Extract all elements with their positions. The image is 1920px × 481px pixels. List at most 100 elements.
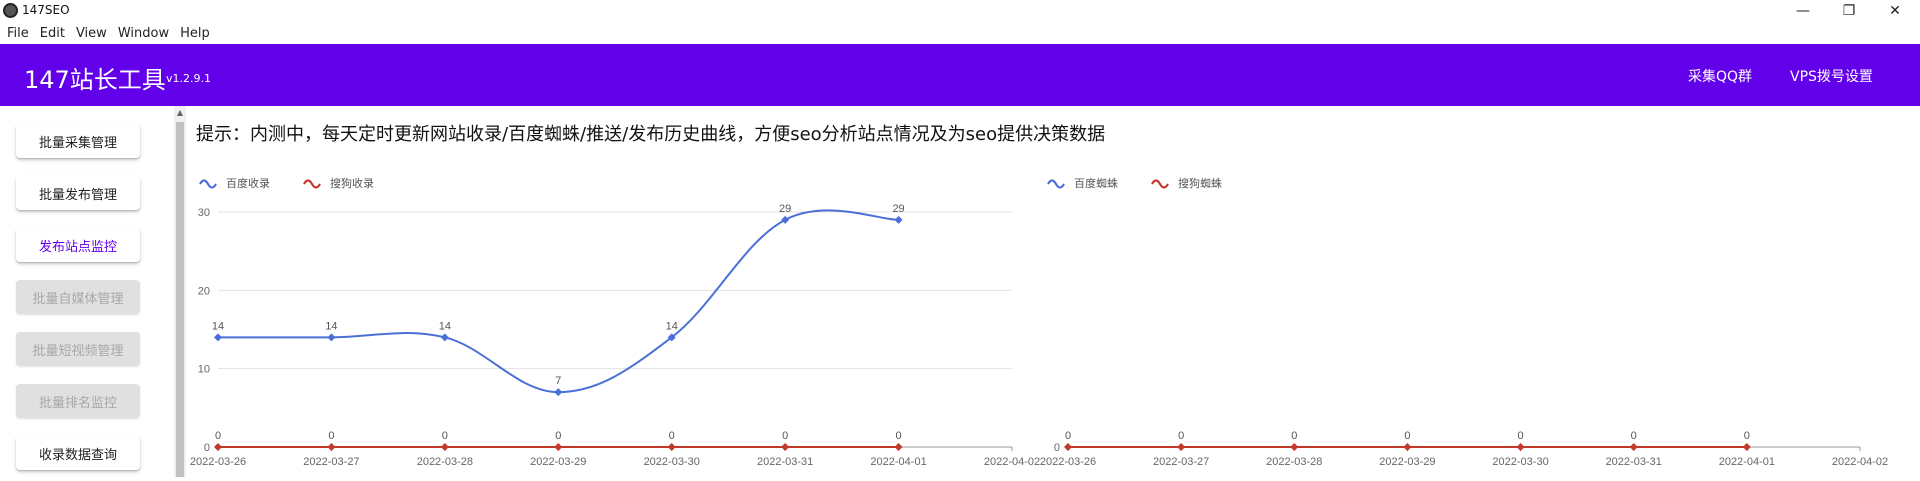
data-point-0-0-2 [440, 333, 449, 342]
data-label-0-0-5: 29 [779, 203, 791, 215]
x-tick-label-0-2: 2022-03-28 [417, 456, 473, 468]
data-point-1-1-2 [1290, 443, 1299, 451]
sidebar-batch-publish-button[interactable]: 批量发布管理 [16, 176, 140, 210]
data-point-1-1-4 [1516, 443, 1525, 451]
sidebar-rank-monitor-button: 批量排名监控 [16, 384, 140, 418]
data-point-1-1-1 [1177, 443, 1186, 451]
data-label-0-0-3: 7 [555, 375, 561, 387]
data-point-1-1-0 [1064, 443, 1072, 451]
y-tick-label-0-1: 10 [198, 364, 210, 376]
x-tick-label-1-6: 2022-04-01 [1719, 456, 1775, 468]
data-label-0-1-0: 0 [215, 430, 221, 442]
version-label: v1.2.9.1 [166, 72, 211, 85]
app-header: 147站长工具 v1.2.9.1 采集QQ群 VPS拨号设置 [0, 44, 1920, 106]
data-label-0-1-4: 0 [669, 430, 675, 442]
y-tick-label-0-2: 20 [198, 285, 210, 297]
data-point-0-1-0 [214, 443, 222, 451]
y-tick-label-0-3: 30 [198, 207, 210, 219]
data-label-1-1-4: 0 [1518, 430, 1524, 442]
data-label-1-1-2: 0 [1291, 430, 1297, 442]
charts-area: 百度收录 搜狗收录 0 10 20 30 2022-03-26 2022-03-27 2022-… [190, 160, 1920, 477]
data-label-0-0-2: 14 [439, 320, 451, 332]
scroll-thumb[interactable] [176, 122, 184, 477]
x-tick-label-1-3: 2022-03-29 [1379, 456, 1435, 468]
data-label-1-1-5: 0 [1631, 430, 1637, 442]
data-label-0-0-6: 29 [892, 203, 904, 215]
data-label-1-1-3: 0 [1404, 430, 1410, 442]
data-point-0-0-6 [894, 215, 903, 224]
x-tick-label-0-5: 2022-03-31 [757, 456, 813, 468]
window-title: 147SEO [22, 3, 70, 17]
data-point-0-1-4 [667, 443, 676, 451]
sidebar-video-button: 批量短视频管理 [16, 332, 140, 366]
data-point-1-1-5 [1629, 443, 1638, 451]
restore-button[interactable]: ❐ [1826, 0, 1872, 22]
data-label-0-0-4: 14 [666, 320, 678, 332]
app-icon [3, 3, 18, 18]
y-tick-label-0-0: 0 [204, 442, 210, 454]
data-label-0-0-0: 14 [212, 320, 224, 332]
data-point-0-1-6 [894, 443, 903, 451]
menu-file[interactable]: File [7, 26, 29, 41]
legend-marker-1-1 [1151, 179, 1169, 189]
brand-title: 147站长工具 [24, 66, 166, 94]
legend-marker-0-0 [199, 179, 217, 189]
x-tick-label-0-6: 2022-04-01 [870, 456, 926, 468]
series-line-0-0 [218, 209, 899, 394]
data-label-0-1-2: 0 [442, 430, 448, 442]
x-tick-label-0-1: 2022-03-27 [303, 456, 359, 468]
menu-help[interactable]: Help [180, 26, 210, 41]
line-charts: 百度收录 搜狗收录 0 10 20 30 2022-03-26 2022-03-27 2022-… [190, 176, 1888, 468]
sidebar-batch-collect-button[interactable]: 批量采集管理 [16, 124, 140, 158]
data-point-0-1-1 [327, 443, 336, 451]
data-label-0-1-3: 0 [555, 430, 561, 442]
legend-label-1-0: 百度蜘蛛 [1074, 176, 1118, 190]
data-label-1-1-0: 0 [1065, 430, 1071, 442]
data-point-0-1-5 [781, 443, 790, 451]
x-tick-label-1-4: 2022-03-30 [1492, 456, 1548, 468]
data-label-1-1-1: 0 [1178, 430, 1184, 442]
x-tick-label-0-3: 2022-03-29 [530, 456, 586, 468]
data-point-0-1-3 [554, 443, 563, 451]
legend-label-0-0: 百度收录 [226, 176, 270, 190]
data-point-0-1-2 [440, 443, 449, 451]
data-label-1-1-6: 0 [1744, 430, 1750, 442]
sidebar-media-button: 批量自媒体管理 [16, 280, 140, 314]
menu-window[interactable]: Window [118, 26, 169, 41]
notice-text: 提示：内测中，每天定时更新网站收录/百度蜘蛛/推送/发布历史曲线，方便seo分析… [196, 124, 1106, 145]
x-tick-label-0-4: 2022-03-30 [644, 456, 700, 468]
vertical-scrollbar[interactable]: ▲ [174, 106, 186, 477]
qq-group-button[interactable]: 采集QQ群 [1674, 58, 1766, 94]
legend-marker-0-1 [303, 179, 321, 189]
legend-marker-1-0 [1047, 179, 1065, 189]
sidebar-site-monitor-button[interactable]: 发布站点监控 [16, 228, 140, 262]
data-point-0-0-1 [327, 333, 336, 342]
y-tick-label-1-0: 0 [1054, 442, 1060, 454]
x-tick-label-1-5: 2022-03-31 [1606, 456, 1662, 468]
menu-edit[interactable]: Edit [40, 26, 65, 41]
x-tick-label-0-0: 2022-03-26 [190, 456, 246, 468]
sidebar: 批量采集管理 批量发布管理 发布站点监控 批量自媒体管理 批量短视频管理 批量排… [0, 106, 172, 477]
data-label-0-0-1: 14 [325, 320, 337, 332]
sidebar-index-query-button[interactable]: 收录数据查询 [16, 436, 140, 470]
x-tick-label-1-2: 2022-03-28 [1266, 456, 1322, 468]
data-label-0-1-5: 0 [782, 430, 788, 442]
data-point-0-0-3 [554, 388, 563, 397]
data-point-0-0-0 [214, 333, 222, 342]
vps-dial-settings-button[interactable]: VPS拨号设置 [1776, 58, 1887, 94]
title-bar: 147SEO — ❐ ✕ [0, 0, 1920, 22]
legend-label-0-1: 搜狗收录 [330, 176, 374, 190]
x-tick-label-1-7: 2022-04-02 [1832, 456, 1888, 468]
minimize-button[interactable]: — [1780, 0, 1826, 22]
close-button[interactable]: ✕ [1872, 0, 1918, 22]
data-point-1-1-3 [1403, 443, 1412, 451]
x-tick-label-0-7: 2022-04-02 [984, 456, 1040, 468]
data-label-0-1-1: 0 [328, 430, 334, 442]
x-tick-label-1-0: 2022-03-26 [1040, 456, 1096, 468]
menu-view[interactable]: View [76, 26, 107, 41]
data-label-0-1-6: 0 [896, 430, 902, 442]
scroll-up-arrow-icon[interactable]: ▲ [174, 108, 186, 118]
data-point-0-0-5 [781, 215, 790, 224]
legend-label-1-1: 搜狗蜘蛛 [1178, 176, 1222, 190]
data-point-1-1-6 [1742, 443, 1751, 451]
